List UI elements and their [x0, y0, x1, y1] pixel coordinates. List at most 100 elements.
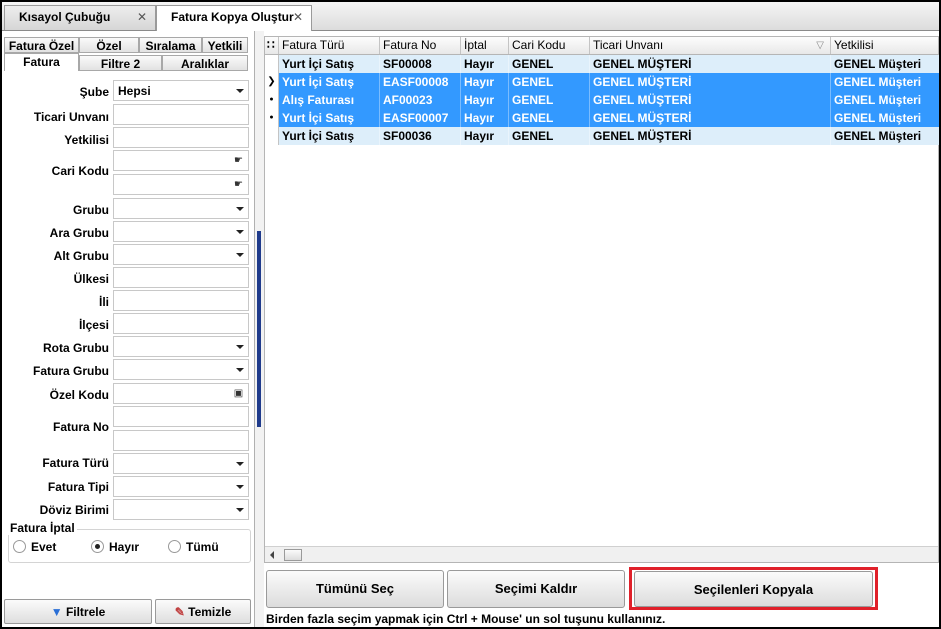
column-ticari-unvani[interactable]: Ticari Unvanı ▽	[590, 37, 831, 54]
tab-fatura-kopya-olustur[interactable]: Fatura Kopya Oluştur ✕	[156, 5, 312, 31]
table-row[interactable]: ● Alış Faturası AF00023 Hayır GENEL GENEL MÜŞ…	[265, 91, 939, 109]
doviz-birimi-select[interactable]	[113, 499, 249, 520]
cell-fatura-turu[interactable]: Alış Faturası	[279, 91, 380, 109]
cell-yetkilisi[interactable]: GENEL Müşteri	[831, 91, 939, 109]
copy-selected-button[interactable]: Seçilenleri Kopyala	[634, 571, 873, 607]
fatura-no-start-input[interactable]	[113, 406, 249, 427]
tab-ozel[interactable]: Özel	[79, 37, 139, 53]
ozel-kodu-input[interactable]: ▣	[113, 383, 249, 404]
cell-ticari-unvani[interactable]: GENEL MÜŞTERİ	[590, 73, 831, 91]
clear-button[interactable]: ✎ Temizle	[155, 599, 251, 624]
app-window: Kısayol Çubuğu ✕ Fatura Kopya Oluştur ✕ …	[2, 2, 939, 627]
cell-fatura-no[interactable]: EASF00008	[380, 73, 461, 91]
sube-select[interactable]: Hepsi	[113, 80, 249, 101]
cari-kodu-end-input[interactable]: ☛	[113, 174, 249, 195]
fatura-grubu-select[interactable]	[113, 359, 249, 380]
fatura-turu-select[interactable]	[113, 453, 249, 474]
horizontal-scrollbar[interactable]	[265, 546, 938, 562]
ili-input[interactable]	[113, 290, 249, 311]
cell-ticari-unvani[interactable]: GENEL MÜŞTERİ	[590, 127, 831, 145]
cell-fatura-turu[interactable]: Yurt İçi Satış	[279, 55, 380, 73]
cell-yetkilisi[interactable]: GENEL Müşteri	[831, 73, 939, 91]
ticari-unvani-input[interactable]	[113, 104, 249, 125]
cell-yetkilisi[interactable]: GENEL Müşteri	[831, 109, 939, 127]
alt-grubu-select[interactable]	[113, 244, 249, 265]
lookup-icon[interactable]: ☛	[232, 178, 245, 191]
selected-row-icon[interactable]: ●	[265, 109, 279, 127]
cell-fatura-turu[interactable]: Yurt İçi Satış	[279, 127, 380, 145]
cell-cari-kodu[interactable]: GENEL	[509, 127, 590, 145]
tab-fatura-ozel[interactable]: Fatura Özel	[4, 37, 79, 53]
fatura-iptal-title: Fatura İptal	[8, 521, 77, 535]
cell-iptal[interactable]: Hayır	[461, 109, 509, 127]
tab-filtre-2[interactable]: Filtre 2	[79, 55, 162, 71]
close-icon[interactable]: ✕	[293, 6, 303, 29]
cell-yetkilisi[interactable]: GENEL Müşteri	[831, 127, 939, 145]
column-cari-kodu[interactable]: Cari Kodu	[509, 37, 590, 54]
filter-panel: Fatura Özel Özel Sıralama Yetkili Fatura…	[2, 31, 255, 627]
table-row[interactable]: ❯ Yurt İçi Satış EASF00008 Hayır GENEL GENEL …	[265, 73, 939, 91]
cell-ticari-unvani[interactable]: GENEL MÜŞTERİ	[590, 109, 831, 127]
column-label: Ticari Unvanı	[593, 38, 664, 52]
column-fatura-no[interactable]: Fatura No	[380, 37, 461, 54]
cell-iptal[interactable]: Hayır	[461, 55, 509, 73]
fatura-no-end-input[interactable]	[113, 430, 249, 451]
table-row[interactable]: ● Yurt İçi Satış EASF00007 Hayır GENEL GENEL …	[265, 109, 939, 127]
column-iptal[interactable]: İptal	[461, 37, 509, 54]
cell-ticari-unvani[interactable]: GENEL MÜŞTERİ	[590, 91, 831, 109]
filter-button[interactable]: ▼ Filtrele	[4, 599, 152, 624]
chevron-down-icon	[236, 462, 244, 466]
radio-hayir[interactable]: Hayır	[91, 540, 139, 554]
cell-iptal[interactable]: Hayır	[461, 91, 509, 109]
cell-fatura-no[interactable]: SF00036	[380, 127, 461, 145]
filter-icon[interactable]: ▽	[816, 37, 824, 54]
cell-fatura-turu[interactable]: Yurt İçi Satış	[279, 109, 380, 127]
yetkilisi-input[interactable]	[113, 127, 249, 148]
splitter-grip[interactable]	[257, 231, 261, 427]
cell-iptal[interactable]: Hayır	[461, 73, 509, 91]
ilcesi-input[interactable]	[113, 313, 249, 334]
row-indicator[interactable]	[265, 55, 279, 73]
tab-kisayol-cubugu[interactable]: Kısayol Çubuğu ✕	[4, 5, 156, 30]
cell-fatura-no[interactable]: EASF00007	[380, 109, 461, 127]
chevron-down-icon	[236, 485, 244, 489]
table-row[interactable]: Yurt İçi Satış SF00036 Hayır GENEL GENEL MÜŞ…	[265, 127, 939, 145]
cell-yetkilisi[interactable]: GENEL Müşteri	[831, 55, 939, 73]
cell-cari-kodu[interactable]: GENEL	[509, 109, 590, 127]
current-row-icon[interactable]: ❯	[265, 73, 279, 91]
cell-cari-kodu[interactable]: GENEL	[509, 73, 590, 91]
cell-fatura-turu[interactable]: Yurt İçi Satış	[279, 73, 380, 91]
lookup-icon[interactable]: ☛	[232, 154, 245, 167]
grid-menu-icon[interactable]: ∷	[265, 37, 279, 54]
select-all-button[interactable]: Tümünü Seç	[266, 570, 444, 608]
cell-cari-kodu[interactable]: GENEL	[509, 91, 590, 109]
scroll-left-icon[interactable]	[270, 551, 274, 559]
ara-grubu-select[interactable]	[113, 221, 249, 242]
row-indicator[interactable]	[265, 127, 279, 145]
cell-cari-kodu[interactable]: GENEL	[509, 55, 590, 73]
radio-evet[interactable]: Evet	[13, 540, 56, 554]
cell-iptal[interactable]: Hayır	[461, 127, 509, 145]
cell-ticari-unvani[interactable]: GENEL MÜŞTERİ	[590, 55, 831, 73]
rota-grubu-select[interactable]	[113, 336, 249, 357]
selected-row-icon[interactable]: ●	[265, 91, 279, 109]
tab-yetkili[interactable]: Yetkili	[202, 37, 248, 53]
column-fatura-turu[interactable]: Fatura Türü	[279, 37, 380, 54]
tab-siralama[interactable]: Sıralama	[139, 37, 202, 53]
grubu-select[interactable]	[113, 198, 249, 219]
ulkesi-input[interactable]	[113, 267, 249, 288]
tab-fatura[interactable]: Fatura	[4, 53, 79, 71]
radio-tumu[interactable]: Tümü	[168, 540, 219, 554]
deselect-button[interactable]: Seçimi Kaldır	[447, 570, 625, 608]
cell-fatura-no[interactable]: SF00008	[380, 55, 461, 73]
cari-kodu-start-input[interactable]: ☛	[113, 150, 249, 171]
fatura-tipi-select[interactable]	[113, 476, 249, 497]
tab-araliklar[interactable]: Aralıklar	[162, 55, 248, 71]
close-icon[interactable]: ✕	[137, 6, 147, 29]
scroll-thumb[interactable]	[284, 549, 302, 561]
cell-fatura-no[interactable]: AF00023	[380, 91, 461, 109]
table-row[interactable]: Yurt İçi Satış SF00008 Hayır GENEL GENEL MÜŞ…	[265, 55, 939, 73]
lookup-icon[interactable]: ▣	[232, 387, 245, 400]
panel-splitter[interactable]	[255, 31, 264, 627]
column-yetkilisi[interactable]: Yetkilisi	[831, 37, 939, 54]
